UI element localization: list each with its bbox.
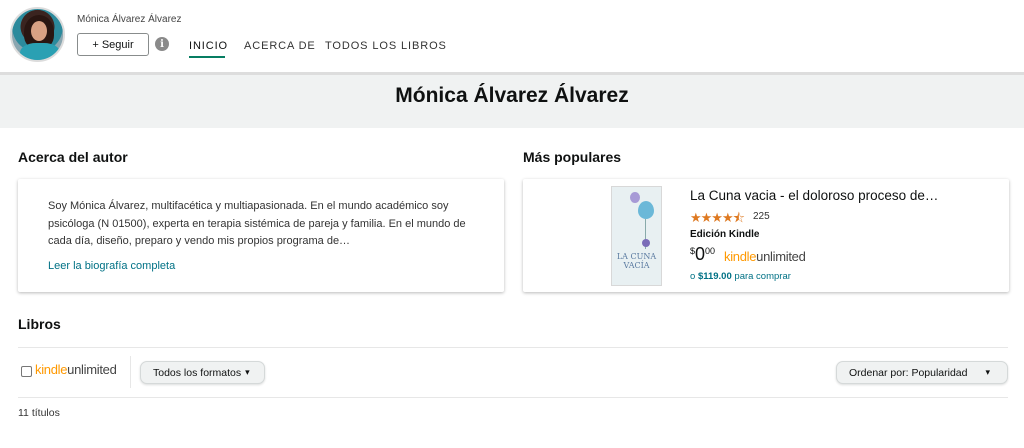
bio-text: Soy Mónica Álvarez, multifacética y mult… bbox=[48, 200, 466, 247]
tab-acerca-de[interactable]: ACERCA DE bbox=[244, 40, 316, 52]
author-avatar[interactable] bbox=[10, 7, 65, 62]
book-title-link[interactable]: La Cuna vacia - el doloroso proceso de… bbox=[690, 188, 938, 203]
books-heading: Libros bbox=[18, 316, 61, 332]
ku-logo-unlimited: unlimited bbox=[756, 249, 806, 264]
rating-count[interactable]: 225 bbox=[753, 211, 770, 222]
author-name-small: Mónica Álvarez Álvarez bbox=[77, 14, 182, 25]
tab-inicio[interactable]: INICIO bbox=[189, 40, 228, 52]
books-bottom-divider bbox=[18, 397, 1008, 398]
about-card: Soy Mónica Álvarez, multifacética y mult… bbox=[18, 179, 504, 292]
ku-filter-unlimited: unlimited bbox=[67, 362, 117, 377]
popular-heading: Más populares bbox=[523, 149, 622, 165]
info-icon[interactable]: i bbox=[155, 37, 169, 51]
about-heading: Acerca del autor bbox=[18, 149, 128, 165]
star-rating[interactable]: ★★★★⯪ bbox=[690, 209, 745, 231]
follow-button[interactable]: + Seguir bbox=[77, 33, 149, 56]
popular-book-card: LA CUNA VACÍA La Cuna vacia - el doloros… bbox=[523, 179, 1009, 292]
titles-count: 11 títulos bbox=[18, 407, 60, 419]
formats-dropdown-label: Todos los formatos bbox=[153, 366, 242, 379]
kindle-unlimited-checkbox[interactable] bbox=[21, 366, 32, 377]
cover-title-line1: LA CUNA bbox=[616, 252, 657, 261]
buy-price-line[interactable]: o $119.00 para comprar bbox=[690, 271, 791, 282]
author-name-band: Mónica Álvarez Álvarez bbox=[0, 72, 1024, 128]
chevron-down-icon: ▾ bbox=[245, 367, 250, 377]
books-top-divider bbox=[18, 347, 1008, 348]
book-cover[interactable]: LA CUNA VACÍA bbox=[611, 186, 662, 286]
kindle-unlimited-filter-logo[interactable]: kindleunlimited bbox=[35, 362, 117, 377]
cover-title-line2: VACÍA bbox=[623, 261, 650, 270]
sort-dropdown[interactable]: Ordenar por: Popularidad ▾ bbox=[836, 361, 1008, 384]
edition-label[interactable]: Edición Kindle bbox=[690, 229, 759, 240]
ku-filter-kindle: kindle bbox=[35, 362, 68, 377]
ku-logo-kindle: kindle bbox=[724, 249, 757, 264]
price-fraction: 00 bbox=[705, 246, 716, 256]
sort-dropdown-label: Ordenar por: Popularidad bbox=[849, 366, 968, 379]
buy-suffix: para comprar bbox=[734, 271, 791, 282]
active-tab-indicator bbox=[189, 56, 225, 58]
price-whole: 0 bbox=[695, 244, 706, 264]
cover-flower bbox=[642, 239, 650, 247]
page-title: Mónica Álvarez Álvarez bbox=[395, 84, 629, 107]
author-header: Mónica Álvarez Álvarez + Seguir i INICIO… bbox=[0, 0, 1024, 72]
buy-price: $119.00 bbox=[697, 271, 732, 282]
chevron-down-icon: ▾ bbox=[985, 367, 991, 377]
cover-balloon-blue bbox=[638, 201, 654, 219]
buy-prefix: o bbox=[690, 271, 696, 282]
filter-separator bbox=[130, 356, 131, 388]
read-full-bio-link[interactable]: Leer la biografía completa bbox=[48, 260, 175, 272]
kindle-unlimited-logo: kindleunlimited bbox=[724, 249, 806, 264]
avatar-scarf bbox=[20, 43, 60, 60]
cover-title: LA CUNA VACÍA bbox=[612, 252, 661, 270]
avatar-face bbox=[31, 21, 47, 41]
tab-todos-los-libros[interactable]: TODOS LOS LIBROS bbox=[325, 40, 447, 52]
kindle-price: $ 0 00 bbox=[690, 245, 715, 263]
formats-dropdown[interactable]: Todos los formatos ▾ bbox=[140, 361, 265, 384]
cover-balloon-purple bbox=[630, 192, 640, 203]
